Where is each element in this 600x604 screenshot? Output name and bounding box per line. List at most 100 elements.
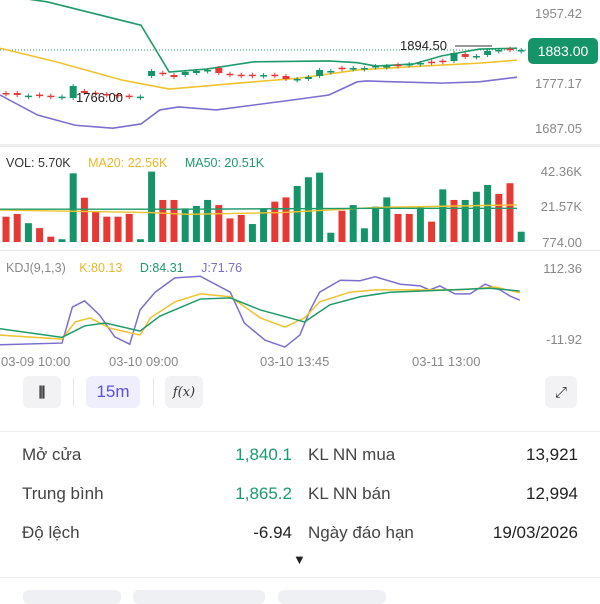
volume-bar bbox=[92, 211, 100, 242]
price-axis-label: 1687.05 bbox=[535, 121, 582, 136]
kdj-axis-label: 112.36 bbox=[543, 261, 582, 276]
candle bbox=[282, 76, 290, 79]
candle bbox=[204, 70, 212, 72]
volume-bar bbox=[237, 214, 245, 242]
bottom-tab[interactable] bbox=[23, 590, 121, 604]
volume-bar bbox=[439, 189, 447, 242]
chart-canvas[interactable] bbox=[0, 0, 600, 370]
stat-value: 13,921 bbox=[526, 445, 578, 464]
candle bbox=[338, 67, 346, 70]
current-price-tag: 1883.00 bbox=[528, 38, 598, 64]
candle bbox=[428, 61, 436, 64]
candle bbox=[316, 70, 324, 77]
volume-bar bbox=[136, 239, 144, 242]
candle bbox=[506, 48, 514, 51]
volume-bar bbox=[372, 206, 380, 242]
candle bbox=[439, 60, 447, 63]
candle bbox=[226, 73, 234, 76]
candle bbox=[13, 92, 21, 95]
candle bbox=[450, 52, 458, 61]
volume-axis-label: 774.00 bbox=[542, 235, 582, 250]
candle bbox=[416, 62, 424, 65]
kdj-k-line bbox=[0, 286, 520, 340]
candle bbox=[472, 56, 480, 58]
candle bbox=[372, 66, 380, 68]
volume-bar bbox=[103, 216, 111, 242]
divider bbox=[0, 577, 600, 578]
volume-bar bbox=[159, 199, 167, 242]
candle bbox=[148, 70, 156, 77]
stat-label: KL NN mua bbox=[308, 445, 396, 464]
volume-bar bbox=[204, 199, 212, 242]
volume-bar bbox=[192, 205, 200, 242]
j-value: J:71.76 bbox=[201, 261, 243, 275]
volume-axis-label: 21.57K bbox=[540, 199, 582, 214]
expand-icon: ⤢ bbox=[554, 383, 567, 401]
time-label: 03-10 13:45 bbox=[260, 354, 330, 369]
bottom-tab[interactable] bbox=[133, 590, 265, 604]
stat-value: 1,865.2 bbox=[235, 484, 292, 503]
volume-bar bbox=[416, 207, 424, 242]
candle bbox=[47, 95, 55, 98]
volume-bar bbox=[13, 213, 21, 242]
interval-button[interactable]: 15m bbox=[86, 376, 140, 408]
volume-bar bbox=[36, 228, 44, 242]
stat-value: 12,994 bbox=[526, 484, 578, 503]
candle bbox=[170, 74, 178, 77]
volume-bar bbox=[506, 183, 514, 242]
volume-bar bbox=[472, 191, 480, 242]
candle bbox=[517, 50, 525, 52]
k-value: K:80.13 bbox=[79, 261, 123, 275]
candle bbox=[405, 64, 413, 66]
volume-bar bbox=[248, 224, 256, 242]
volume-axis-label: 42.36K bbox=[540, 164, 582, 179]
high-price-note: 1894.50 bbox=[400, 38, 447, 53]
volume-bar bbox=[428, 221, 436, 242]
stat-value: 19/03/2026 bbox=[492, 523, 578, 542]
candle bbox=[383, 66, 391, 68]
expand-button[interactable]: ⤢ bbox=[545, 376, 577, 408]
volume-bar bbox=[2, 216, 10, 242]
volume-bar bbox=[495, 193, 503, 242]
stat-label: Mở cửa bbox=[22, 445, 82, 464]
volume-bar bbox=[47, 236, 55, 242]
ma20-value: MA20: 22.56K bbox=[88, 156, 168, 170]
ma50-value: MA50: 20.51K bbox=[184, 156, 265, 170]
volume-bar bbox=[226, 218, 234, 242]
divider bbox=[0, 144, 600, 147]
divider bbox=[0, 431, 600, 432]
volume-bar bbox=[327, 232, 335, 242]
kdj-legend: KDJ(9,1,3) K:80.13 D:84.31 J:71.76 bbox=[6, 261, 256, 275]
kdj-d-line bbox=[0, 287, 520, 339]
candle bbox=[58, 96, 66, 99]
volume-legend: VOL: 5.70K MA20: 22.56K MA50: 20.51K bbox=[6, 156, 278, 170]
candle bbox=[136, 96, 144, 99]
chart-type-button[interactable]: ⫼ bbox=[23, 376, 61, 408]
volume-bar bbox=[69, 173, 77, 242]
time-label: 03-11 13:00 bbox=[412, 354, 481, 369]
volume-bar bbox=[360, 228, 368, 242]
candle bbox=[461, 54, 469, 57]
volume-bar bbox=[293, 185, 301, 242]
volume-bar bbox=[148, 171, 156, 242]
stat-value: -6.94 bbox=[253, 523, 292, 542]
volume-bar bbox=[80, 197, 88, 242]
volume-bar bbox=[484, 184, 492, 242]
volume-bar bbox=[24, 223, 32, 242]
kdj-j-line bbox=[0, 275, 521, 348]
volume-bar bbox=[517, 231, 525, 242]
stat-label: Độ lệch bbox=[22, 523, 80, 542]
bottom-tab[interactable] bbox=[278, 590, 386, 604]
volume-bar bbox=[394, 213, 402, 242]
time-label: 03-09 10:00 bbox=[1, 354, 71, 369]
volume-bar bbox=[114, 216, 122, 242]
indicator-button[interactable]: f(x) bbox=[165, 376, 203, 408]
stat-label: Ngày đáo hạn bbox=[308, 523, 414, 542]
candle bbox=[192, 70, 200, 73]
candle bbox=[260, 74, 268, 77]
candle bbox=[125, 95, 133, 98]
expand-stats-arrow[interactable]: ▼ bbox=[293, 552, 306, 567]
time-label: 03-10 09:00 bbox=[109, 354, 179, 369]
divider bbox=[153, 378, 154, 406]
vol-value: VOL: 5.70K bbox=[6, 156, 71, 170]
